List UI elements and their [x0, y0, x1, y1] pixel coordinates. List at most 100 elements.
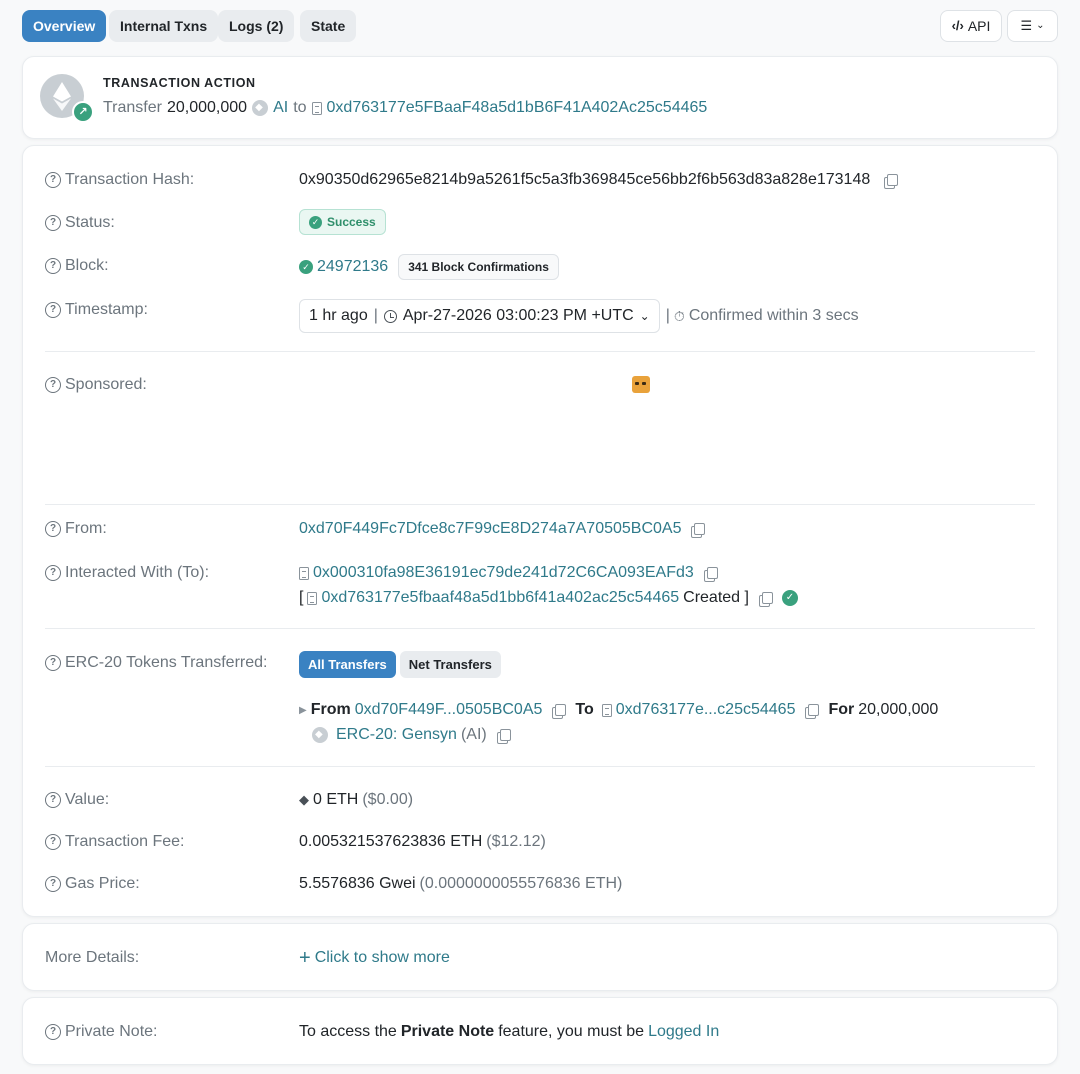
show-more-link[interactable]: + Click to show more	[299, 947, 450, 969]
net-transfers-button[interactable]: Net Transfers	[399, 651, 501, 678]
arrow-up-right-icon: ↗	[72, 101, 94, 123]
token-transfer-row: ▶ From 0xd70F449F...0505BC0A5 To 0xd7631…	[299, 701, 939, 719]
tab-logs[interactable]: Logs (2)	[218, 10, 295, 42]
action-summary: Transfer 20,000,000 AI to 0xd763177e5FBa…	[103, 99, 707, 117]
chevron-down-icon: ⌄	[639, 309, 650, 323]
action-title: TRANSACTION ACTION	[103, 76, 256, 90]
gas-amount: 5.5576836 Gwei (0.0000000055576836 ETH)	[299, 875, 623, 892]
contract-icon	[307, 591, 318, 605]
contract-icon	[299, 566, 309, 580]
contract-icon	[311, 101, 322, 115]
help-icon: ?	[45, 258, 61, 274]
transfer-to-link[interactable]: 0xd763177e...c25c54465	[616, 701, 796, 719]
divider	[45, 351, 1035, 352]
transaction-details-card: ? Transaction Hash: 0x90350d62965e8214b9…	[22, 145, 1058, 917]
copy-icon[interactable]	[496, 728, 511, 744]
plus-icon: +	[299, 947, 311, 969]
help-icon: ?	[45, 172, 61, 188]
tab-state[interactable]: State	[300, 10, 357, 42]
token-icon	[312, 727, 328, 743]
erc20-label: ? ERC-20 Tokens Transferred:	[45, 654, 267, 672]
chevron-down-icon: ⌄	[1036, 20, 1045, 31]
block-value: ✓ 24972136 341 Block Confirmations	[299, 254, 559, 280]
tab-bar: Overview Internal Txns Logs (2) State ‹/…	[22, 10, 1058, 42]
api-button[interactable]: ‹/› API	[940, 10, 1002, 42]
from-address-link[interactable]: 0xd70F449Fc7Dfce8c7F99cE8D274a7A70505BC0…	[299, 520, 681, 538]
copy-icon[interactable]	[552, 703, 567, 719]
login-link[interactable]: Logged In	[648, 1023, 719, 1041]
token-info-row: ERC-20: Gensyn (AI)	[312, 726, 511, 744]
caret-right-icon[interactable]: ▶	[299, 705, 307, 716]
transfer-from-link[interactable]: 0xd70F449F...0505BC0A5	[355, 701, 543, 719]
from-label: ? From:	[45, 520, 107, 538]
transaction-action-card: ↗ TRANSACTION ACTION Transfer 20,000,000…	[22, 56, 1058, 139]
token-name-link[interactable]: ERC-20: Gensyn	[336, 726, 457, 744]
block-link[interactable]: 24972136	[317, 258, 388, 276]
check-circle-icon: ✓	[299, 260, 313, 274]
tab-internal-txns[interactable]: Internal Txns	[109, 10, 219, 42]
value-amount: ◆ 0 ETH ($0.00)	[299, 791, 414, 808]
token-icon	[252, 100, 269, 116]
private-note-card: ? Private Note: To access the Private No…	[22, 997, 1058, 1065]
timestamp-label: ? Timestamp:	[45, 301, 148, 319]
contract-icon	[601, 703, 612, 717]
timestamp-value: 1 hr ago | Apr-27-2026 03:00:23 PM +UTC …	[299, 299, 859, 333]
sponsor-logo[interactable]	[632, 376, 650, 393]
more-details-card: More Details: + Click to show more	[22, 923, 1058, 991]
divider	[45, 766, 1035, 767]
copy-icon[interactable]	[703, 566, 718, 582]
ethereum-icon: ◆	[299, 792, 309, 807]
sponsored-label: ? Sponsored:	[45, 376, 147, 394]
separator: |	[665, 307, 670, 324]
transfer-filter: All Transfers Net Transfers	[299, 651, 501, 678]
view-options-button[interactable]: ☰ ⌄	[1007, 10, 1058, 42]
created-address-link[interactable]: 0xd763177e5fbaaf48a5d1bb6f41a402ac25c544…	[321, 589, 679, 607]
stopwatch-icon: ⏱	[673, 307, 685, 324]
all-transfers-button[interactable]: All Transfers	[299, 651, 396, 678]
copy-icon[interactable]	[805, 703, 820, 719]
more-details-label: More Details:	[45, 949, 140, 966]
copy-icon[interactable]	[691, 522, 706, 538]
divider	[45, 504, 1035, 505]
copy-icon[interactable]	[758, 591, 773, 607]
divider	[45, 628, 1035, 629]
help-icon: ?	[45, 565, 61, 581]
tab-overview[interactable]: Overview	[22, 10, 107, 42]
confirmations-badge: 341 Block Confirmations	[398, 254, 559, 280]
help-icon: ?	[45, 834, 61, 850]
to-value: 0x000310fa98E36191ec79de241d72C6CA093EAF…	[299, 564, 718, 582]
token-link[interactable]: AI	[273, 99, 288, 117]
help-icon: ?	[45, 377, 61, 393]
status-value: ✓ Success	[299, 209, 386, 235]
check-circle-icon: ✓	[309, 215, 322, 229]
verified-check-icon: ✓	[781, 590, 798, 606]
gas-label: ? Gas Price:	[45, 875, 140, 893]
help-icon: ?	[45, 521, 61, 537]
value-label: ? Value:	[45, 791, 109, 809]
help-icon: ?	[45, 876, 61, 892]
action-address-link[interactable]: 0xd763177e5FBaaF48a5d1bB6F41A402Ac25c544…	[327, 99, 708, 117]
fee-amount: 0.005321537623836 ETH ($12.12)	[299, 833, 546, 850]
help-icon: ?	[45, 1024, 61, 1040]
status-label: ? Status:	[45, 214, 115, 232]
hash-value: 0x90350d62965e8214b9a5261f5c5a3fb369845c…	[299, 171, 899, 189]
timestamp-dropdown[interactable]: 1 hr ago | Apr-27-2026 03:00:23 PM +UTC …	[299, 299, 660, 333]
fee-label: ? Transaction Fee:	[45, 833, 184, 851]
private-note-label: ? Private Note:	[45, 1023, 157, 1041]
help-icon: ?	[45, 655, 61, 671]
help-icon: ?	[45, 215, 61, 231]
checklist-icon: ☰	[1020, 18, 1033, 33]
created-contract: [ 0xd763177e5fbaaf48a5d1bb6f41a402ac25c5…	[299, 589, 798, 607]
hash-label: ? Transaction Hash:	[45, 171, 194, 189]
help-icon: ?	[45, 302, 61, 318]
separator: |	[373, 307, 378, 324]
help-icon: ?	[45, 792, 61, 808]
private-note-text: To access the Private Note feature, you …	[299, 1023, 720, 1041]
copy-icon[interactable]	[884, 173, 899, 189]
to-address-link[interactable]: 0x000310fa98E36191ec79de241d72C6CA093EAF…	[313, 564, 694, 582]
clock-icon	[383, 309, 397, 323]
status-badge: ✓ Success	[299, 209, 386, 235]
from-value: 0xd70F449Fc7Dfce8c7F99cE8D274a7A70505BC0…	[299, 520, 706, 538]
block-label: ? Block:	[45, 257, 109, 275]
to-label: ? Interacted With (To):	[45, 564, 209, 582]
